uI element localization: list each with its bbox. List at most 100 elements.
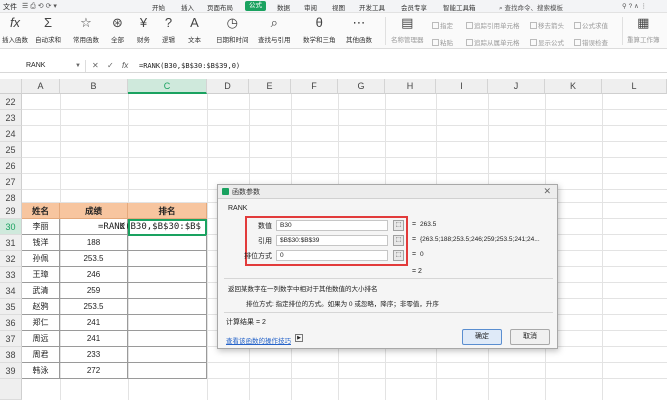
row-header-33[interactable]: 33 [0, 267, 22, 283]
finance-button[interactable]: ¥ 财务 [137, 15, 150, 44]
row-header-29[interactable]: 29 [0, 203, 22, 219]
range-select-icon[interactable]: ⬚ [393, 250, 404, 261]
tab-formulas[interactable]: 公式 [245, 1, 266, 11]
rank-cell[interactable] [128, 363, 207, 379]
rank-cell[interactable] [128, 267, 207, 283]
column-header-k[interactable]: K [545, 79, 602, 94]
column-header-b[interactable]: B [60, 79, 128, 94]
rank-cell[interactable] [128, 283, 207, 299]
autosum-button[interactable]: Σ 自动求和 [35, 15, 61, 44]
file-menu[interactable]: 文件 [3, 2, 17, 12]
tab-developer[interactable]: 开发工具 [359, 2, 385, 12]
name-cell[interactable]: 孙佩 [22, 251, 60, 267]
row-header-32[interactable]: 32 [0, 251, 22, 267]
name-cell[interactable]: 韩泳 [22, 363, 60, 379]
tab-data[interactable]: 数据 [277, 2, 290, 12]
logic-button[interactable]: ? 逻辑 [162, 15, 175, 44]
evaluate-formula-button[interactable]: 公式求值 [574, 20, 608, 30]
range-select-icon[interactable]: ⬚ [393, 220, 404, 231]
error-check-button[interactable]: 错误检查 [574, 37, 608, 47]
column-header-j[interactable]: J [488, 79, 545, 94]
row-header-24[interactable]: 24 [0, 126, 22, 142]
column-header-i[interactable]: I [436, 79, 488, 94]
tab-home[interactable]: 开始 [152, 2, 165, 12]
tab-smart-toolbox[interactable]: 智能工具箱 [443, 2, 476, 12]
column-header-d[interactable]: D [207, 79, 249, 94]
trace-precedents-button[interactable]: 追踪引用单元格 [466, 20, 520, 30]
score-cell[interactable]: 233 [60, 347, 128, 363]
trace-dependents-button[interactable]: 追踪从属单元格 [466, 37, 520, 47]
name-cell[interactable]: 王璋 [22, 267, 60, 283]
tab-page-layout[interactable]: 页面布局 [207, 2, 233, 12]
range-select-icon[interactable]: ⬚ [393, 235, 404, 246]
name-cell[interactable]: 赵鸦 [22, 299, 60, 315]
name-manager-button[interactable]: ▤ 名称管理器 [391, 15, 424, 44]
active-cell-c30[interactable] [128, 219, 207, 236]
name-box[interactable]: RANK ▼ [0, 60, 86, 72]
function-tips-link[interactable]: 查看该函数的操作技巧 [226, 335, 291, 345]
window-controls-icon[interactable]: ⚲ ? ∧ ⋮ [622, 2, 647, 10]
row-header-25[interactable]: 25 [0, 142, 22, 158]
close-icon[interactable]: ✕ [543, 186, 551, 197]
cancel-button[interactable]: 取消 [510, 329, 550, 345]
score-cell[interactable]: 241 [60, 315, 128, 331]
row-header-27[interactable]: 27 [0, 174, 22, 190]
arg-ref-input[interactable]: $B$30:$B$39 [276, 235, 388, 246]
column-header-l[interactable]: L [602, 79, 667, 94]
rank-cell[interactable] [128, 331, 207, 347]
date-time-button[interactable]: ◷ 日期和时间 [216, 15, 249, 44]
common-functions-button[interactable]: ☆ 常用函数 [73, 15, 99, 44]
row-header-34[interactable]: 34 [0, 283, 22, 299]
recalculate-button[interactable]: ▦ 重算工作簿 [627, 15, 660, 44]
header-name[interactable]: 姓名 [22, 203, 60, 219]
quick-access-icons[interactable]: ☰ ⎙ ⟲ ⟳ ▾ [22, 2, 57, 11]
name-cell[interactable]: 郑仁 [22, 315, 60, 331]
row-header-36[interactable]: 36 [0, 315, 22, 331]
rank-cell[interactable] [128, 315, 207, 331]
math-trig-button[interactable]: θ 数学和三角 [303, 15, 336, 44]
rank-cell[interactable] [128, 299, 207, 315]
tab-view[interactable]: 视图 [332, 2, 345, 12]
score-cell[interactable]: 253.5 [60, 251, 128, 267]
define-name-button[interactable]: 指定 [432, 20, 453, 30]
play-video-icon[interactable]: ▶ [295, 334, 303, 342]
rank-cell[interactable] [128, 251, 207, 267]
header-rank[interactable]: 排名 [128, 203, 207, 219]
row-header-22[interactable]: 22 [0, 94, 22, 110]
row-header-35[interactable]: 35 [0, 299, 22, 315]
score-cell[interactable]: 253.5 [60, 299, 128, 315]
row-header-23[interactable]: 23 [0, 110, 22, 126]
column-header-g[interactable]: G [338, 79, 385, 94]
row-header-39[interactable]: 39 [0, 363, 22, 379]
tab-review[interactable]: 审阅 [304, 2, 317, 12]
tab-insert[interactable]: 插入 [181, 2, 194, 12]
name-cell[interactable]: 武清 [22, 283, 60, 299]
row-header-38[interactable]: 38 [0, 347, 22, 363]
column-header-c[interactable]: C [128, 79, 207, 94]
insert-function-button[interactable]: fx 插入函数 [2, 15, 28, 44]
dialog-titlebar[interactable]: 函数参数 ✕ [218, 185, 557, 199]
score-cell[interactable]: 241 [60, 331, 128, 347]
arg-order-input[interactable]: 0 [276, 250, 388, 261]
header-score[interactable]: 成绩 [60, 203, 128, 219]
score-cell[interactable]: 188 [60, 235, 128, 251]
score-cell[interactable]: 246 [60, 267, 128, 283]
column-header-a[interactable]: A [22, 79, 60, 94]
other-functions-button[interactable]: ⋯ 其他函数 [346, 15, 372, 44]
text-functions-button[interactable]: A 文本 [188, 15, 201, 44]
all-functions-button[interactable]: ⊛ 全部 [111, 15, 124, 44]
formula-cancel-icon[interactable]: ✕ [92, 60, 99, 72]
name-cell[interactable]: 周远 [22, 331, 60, 347]
row-header-37[interactable]: 37 [0, 331, 22, 347]
tab-member[interactable]: 会员专享 [401, 2, 427, 12]
score-cell[interactable]: 272 [60, 363, 128, 379]
row-header-31[interactable]: 31 [0, 235, 22, 251]
select-all-corner[interactable] [0, 79, 22, 94]
name-cell[interactable]: 李丽 [22, 219, 60, 235]
show-formulas-button[interactable]: 显示公式 [530, 37, 564, 47]
rank-cell[interactable] [128, 235, 207, 251]
formula-input[interactable]: =RANK(B30,$B$30:$B$39,0) [139, 60, 240, 72]
lookup-reference-button[interactable]: ⌕ 查找与引用 [258, 15, 291, 44]
name-cell[interactable]: 周君 [22, 347, 60, 363]
ok-button[interactable]: 确定 [462, 329, 502, 345]
